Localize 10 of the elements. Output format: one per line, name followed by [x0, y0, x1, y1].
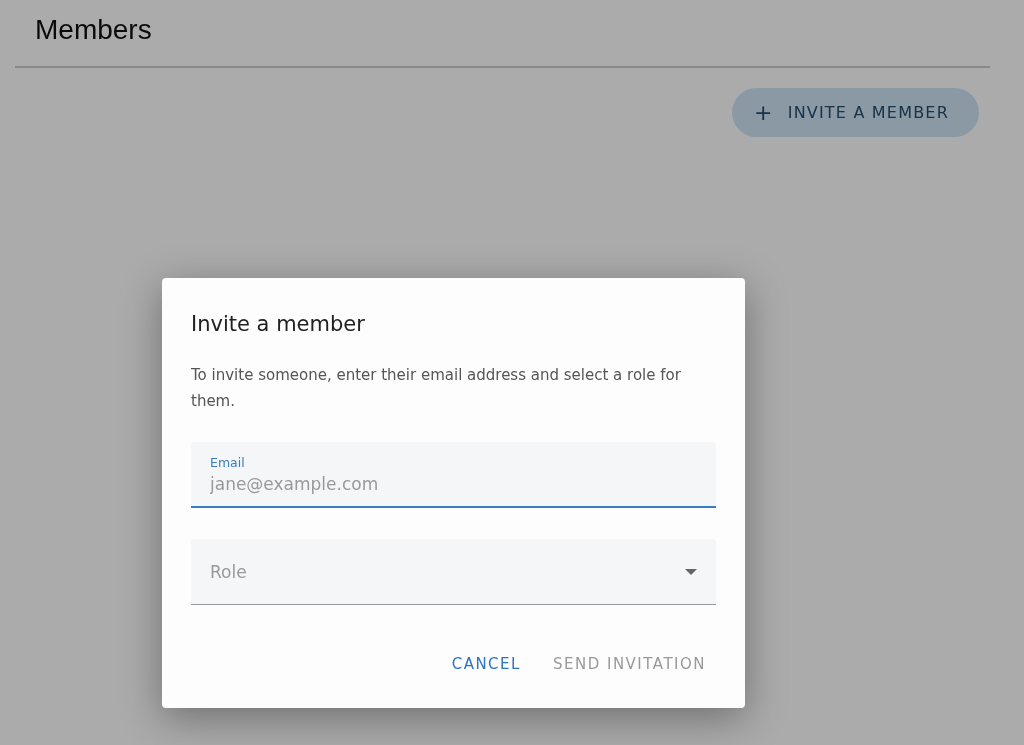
dialog-description: To invite someone, enter their email address and select a role for them.	[191, 365, 682, 412]
dialog-title: Invite a member	[191, 312, 366, 336]
email-field[interactable]: Email jane@example.com	[191, 442, 716, 508]
caret-icon	[685, 568, 697, 575]
invite-member-button[interactable]: + INVITE A MEMBER	[732, 88, 979, 137]
email-input[interactable]: jane@example.com	[210, 469, 697, 494]
field-label: Email	[210, 454, 246, 470]
cancel-button[interactable]: CANCEL	[441, 649, 531, 679]
page-title: Members	[35, 14, 152, 45]
role-select[interactable]: Role	[191, 539, 716, 605]
